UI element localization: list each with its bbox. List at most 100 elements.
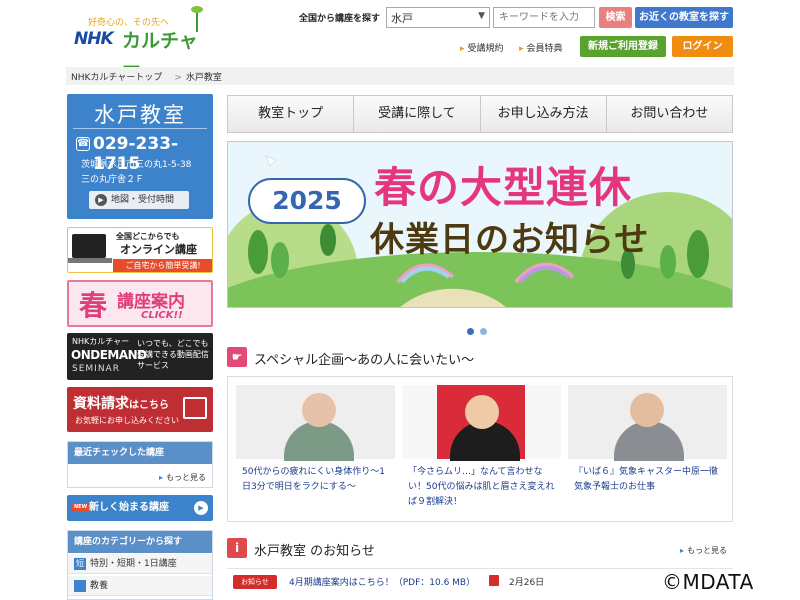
breadcrumb-separator: >: [174, 73, 182, 83]
address-line1: 茨城県水戸市三の丸1-5-38: [81, 160, 192, 170]
arrow-right-icon: ▸: [519, 44, 524, 54]
spring-course-guide-banner[interactable]: 春 講座案内 CLICK!!: [67, 280, 213, 327]
nav-how-to-apply[interactable]: お申し込み方法: [481, 96, 607, 132]
card-photo: [236, 385, 395, 461]
category-title: 講座のカテゴリーから探す: [68, 531, 212, 553]
brochure-sub: お気軽にお申し込みください: [75, 416, 179, 425]
special-feature-box: 50代からの疲れにくい身体作り～1日3分で明日をラクにする～ 「今さらムリ…」な…: [227, 376, 733, 522]
person-face-icon: [465, 395, 499, 429]
spring-banner-text: 講座案内: [117, 292, 185, 312]
arrow-right-icon: ▸: [460, 44, 465, 54]
logo-leaf-icon: [191, 6, 203, 13]
news-title: 水戸教室 のお知らせ: [254, 544, 375, 559]
brochure-title-suffix: はこちら: [129, 400, 169, 411]
card-photo: [402, 385, 561, 461]
hero-year-bubble: 2025: [248, 178, 366, 224]
laptop-base-icon: [68, 258, 112, 263]
person-face-icon: [302, 393, 336, 427]
card-caption: 「今さらムリ…」なんて言わせない！50代の悩みは肌と眉さえ変えれば９割解決！: [408, 467, 555, 507]
keyword-input[interactable]: [493, 7, 595, 28]
category-label: 教養: [90, 581, 109, 591]
special-feature-title: スペシャル企画～あの人に会いたい～: [254, 353, 475, 368]
carousel-dots: [467, 320, 493, 339]
brochure-title: 資料請求はこちら: [73, 393, 169, 413]
person-body-icon: [614, 421, 684, 461]
main-nav: 教室トップ 受講に際して お申し込み方法 お問い合わせ: [227, 95, 733, 133]
breadcrumb-home[interactable]: NHKカルチャートップ: [71, 73, 162, 83]
hero-title: 春の大型連休: [374, 163, 633, 212]
news-more-link[interactable]: ▸ もっと見る: [680, 545, 727, 556]
book-icon: [74, 580, 86, 592]
tree-icon: [660, 245, 676, 279]
nearby-classroom-button[interactable]: お近くの教室を探す: [635, 7, 733, 28]
special-card[interactable]: 50代からの疲れにくい身体作り～1日3分で明日をラクにする～: [236, 385, 395, 513]
special-card[interactable]: 『いば６』気象キャスター中原一徹 気象予報士のお仕事: [568, 385, 727, 513]
classroom-title: 水戸教室: [94, 103, 186, 127]
member-benefits-link[interactable]: ▸ 会員特典: [519, 41, 563, 54]
online-course-banner[interactable]: 全国どこからでも オンライン講座 ご自宅から簡単受講!: [67, 227, 213, 273]
terms-link[interactable]: ▸ 受講規約: [460, 41, 504, 54]
ondemand-line3: SEMINAR: [72, 364, 120, 374]
card-photo: [568, 385, 727, 461]
special-card[interactable]: 「今さらムリ…」なんて言わせない！50代の悩みは肌と眉さえ変えれば９割解決！: [402, 385, 561, 513]
news-badge: お知らせ: [233, 575, 277, 589]
news-item[interactable]: お知らせ 4月期講座案内はこちら！（PDF：10.6 MB） 2月26日: [227, 568, 733, 594]
spring-banner-click: CLICK!!: [141, 310, 183, 321]
phone-icon: ☎: [76, 137, 90, 151]
nav-classroom-top[interactable]: 教室トップ: [228, 96, 355, 132]
person-face-icon: [630, 393, 664, 427]
recently-viewed-box: 最近チェックした講座 ▸ もっと見る: [67, 441, 213, 488]
brochure-request-banner[interactable]: 資料請求はこちら お気軽にお申し込みください: [67, 387, 213, 432]
category-box: 講座のカテゴリーから探す 短 特別・短期・1日講座 教養: [67, 530, 213, 600]
online-banner-line3: ご自宅から簡単受講!: [113, 259, 212, 272]
area-select-value: 水戸: [391, 12, 413, 25]
map-hours-button[interactable]: ▶ 地図・受付時間: [89, 191, 189, 209]
watermark: ©MDATA: [662, 570, 754, 594]
pointing-hand-icon: ☛: [227, 347, 247, 367]
card-caption: 『いば６』気象キャスター中原一徹 気象予報士のお仕事: [574, 467, 728, 492]
breadcrumb-current: 水戸教室: [185, 73, 222, 83]
recently-viewed-more-link[interactable]: ▸ もっと見る: [159, 472, 206, 483]
tree-icon: [687, 230, 709, 278]
hero-subtitle: 休業日のお知らせ: [370, 220, 650, 260]
map-button-label: 地図・受付時間: [111, 195, 175, 205]
search-button[interactable]: 検索: [599, 7, 632, 28]
ondemand-seminar-banner[interactable]: NHKカルチャー ONDEMAND SEMINAR いつでも、どこでも受講できる…: [67, 333, 213, 380]
nav-contact[interactable]: お問い合わせ: [607, 96, 732, 132]
tree-icon: [248, 230, 268, 274]
address-line2: 三の丸庁舎２Ｆ: [81, 175, 145, 185]
arrow-right-icon: ▸: [158, 473, 163, 482]
person-body-icon: [284, 421, 354, 461]
login-button[interactable]: ログイン: [672, 36, 733, 57]
nhk-culture-logo[interactable]: 好奇心の、その先へ NHK カルチャー: [70, 6, 203, 79]
online-banner-line2: オンライン講座: [120, 243, 197, 256]
tree-icon: [271, 242, 289, 278]
card-caption: 50代からの疲れにくい身体作り～1日3分で明日をラクにする～: [242, 467, 385, 492]
news-item-link[interactable]: 4月期講座案内はこちら！（PDF：10.6 MB）: [289, 575, 475, 588]
spring-banner-big: 春: [79, 289, 108, 322]
breadcrumb: NHKカルチャートップ > 水戸教室: [66, 67, 734, 85]
news-more-label: もっと見る: [687, 546, 728, 555]
new-badge: NEW: [72, 503, 90, 512]
brochure-title-main: 資料請求: [73, 396, 129, 412]
book-icon: [183, 397, 207, 419]
classroom-info-box: 水戸教室 ☎ 029-233-1715 茨城県水戸市三の丸1-5-38 三の丸庁…: [67, 94, 213, 219]
category-item-short-term[interactable]: 短 特別・短期・1日講座: [68, 554, 212, 574]
recent-more-label: もっと見る: [166, 473, 206, 482]
tree-icon: [320, 224, 336, 256]
member-link-label: 会員特典: [526, 44, 563, 54]
info-icon: i: [227, 538, 247, 558]
nav-attendance-info[interactable]: 受講に際して: [354, 96, 481, 132]
hero-banner[interactable]: 2025 春の大型連休 休業日のお知らせ: [227, 141, 733, 308]
carousel-dot-active[interactable]: [467, 328, 474, 335]
register-button[interactable]: 新規ご利用登録: [580, 36, 666, 57]
category-item-liberal-arts[interactable]: 教養: [68, 576, 212, 596]
area-select[interactable]: 水戸 ▼: [386, 7, 490, 28]
ondemand-desc: いつでも、どこでも受講できる動画配信サービス: [137, 339, 209, 370]
arrow-right-icon: ▸: [680, 546, 685, 555]
short-term-icon: 短: [74, 558, 86, 570]
carousel-dot[interactable]: [480, 328, 487, 335]
pdf-icon: [489, 575, 499, 586]
ondemand-line2: ONDEMAND: [71, 348, 147, 362]
new-courses-button[interactable]: NEW 新しく始まる講座 ▶: [67, 495, 213, 521]
